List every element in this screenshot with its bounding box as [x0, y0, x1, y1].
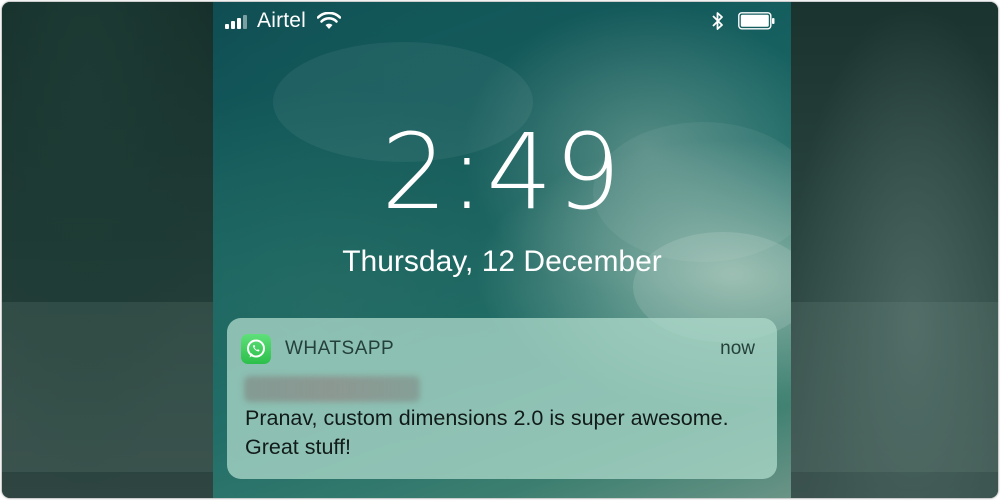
- blurred-background-left: [2, 2, 213, 498]
- notification-app-name: WHATSAPP: [285, 338, 395, 359]
- lock-screen-date: Thursday, 12 December: [342, 245, 662, 278]
- cellular-signal-icon: [225, 15, 251, 29]
- battery-icon: [738, 12, 776, 30]
- bluetooth-icon: [711, 11, 725, 31]
- whatsapp-icon: [241, 334, 271, 364]
- wifi-icon: [316, 11, 342, 30]
- notification-sender-redacted: [244, 376, 420, 402]
- status-bar: Airtel: [213, 2, 791, 42]
- lock-screen: Airtel 2:49 Thursday, 12 December WHATSA…: [213, 2, 791, 498]
- blurred-background-right: [787, 2, 998, 498]
- blurred-notification-left: [2, 302, 213, 472]
- notification-card[interactable]: WHATSAPP now Pranav, custom dimensions 2…: [227, 318, 777, 479]
- notification-time: now: [720, 338, 755, 359]
- blurred-notification-right: [787, 302, 998, 472]
- notification-message: Pranav, custom dimensions 2.0 is super a…: [245, 406, 729, 459]
- lock-screen-time: 2:49: [381, 111, 623, 233]
- screenshot-frame: Airtel 2:49 Thursday, 12 December WHATSA…: [2, 2, 998, 498]
- carrier-name: Airtel: [257, 9, 307, 32]
